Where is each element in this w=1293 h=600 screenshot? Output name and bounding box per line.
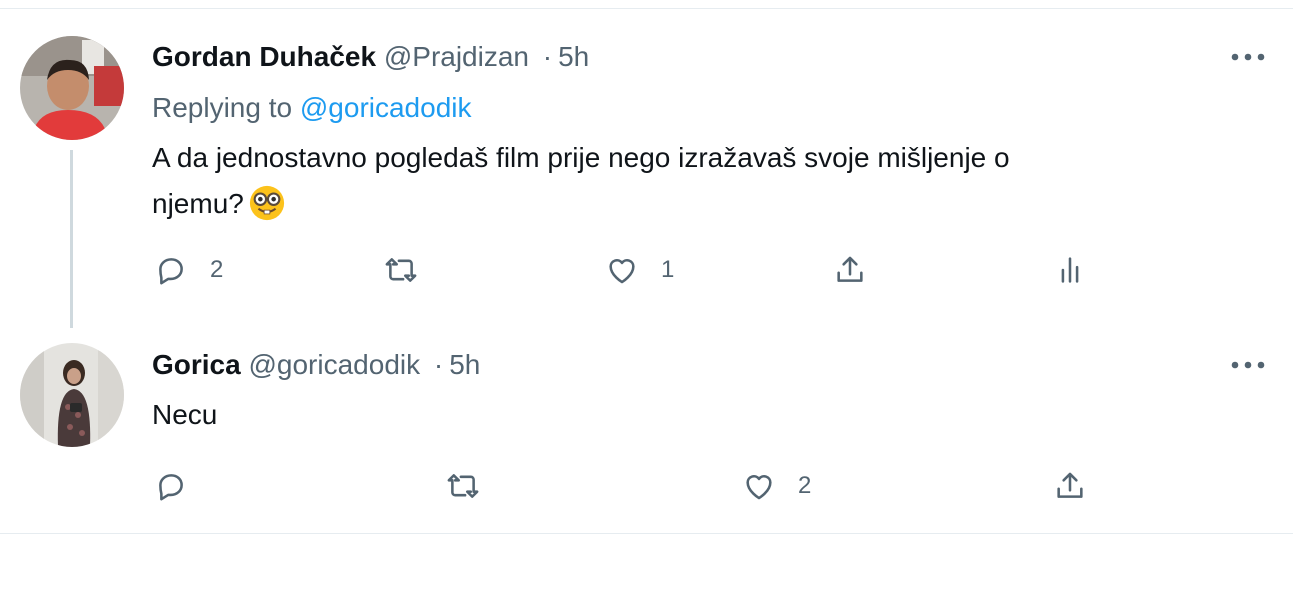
share-button[interactable]: [1053, 466, 1087, 506]
timestamp[interactable]: 5h: [558, 41, 589, 72]
retweet-icon: [385, 258, 417, 282]
replying-label: Replying to: [152, 92, 293, 123]
analytics-icon: [1061, 257, 1079, 283]
reply-icon: [159, 474, 183, 501]
display-name[interactable]: Gorica: [152, 349, 241, 380]
like-count: 2: [798, 472, 812, 499]
reply-button[interactable]: 2: [154, 250, 223, 290]
avatar-gordan[interactable]: [20, 36, 124, 140]
timestamp[interactable]: 5h: [449, 349, 480, 380]
retweet-button[interactable]: [384, 250, 440, 290]
user-handle[interactable]: @goricadodik: [248, 349, 420, 380]
replying-to: Replying to @goricadodik: [152, 91, 472, 125]
like-button[interactable]: 2: [742, 466, 811, 506]
bottom-divider: [0, 533, 1293, 534]
tweet-text-line: Necu: [152, 399, 218, 430]
display-name[interactable]: Gordan Duhaček: [152, 41, 376, 72]
tweet-text-word: njemu?: [152, 188, 244, 219]
analytics-button[interactable]: [1053, 250, 1087, 290]
share-icon: [837, 256, 863, 282]
share-button[interactable]: [833, 250, 867, 290]
nerd-face-emoji-icon: [249, 185, 284, 220]
like-count: 1: [661, 256, 675, 283]
more-icon: [1231, 53, 1265, 61]
separator-dot: ·: [433, 349, 444, 380]
more-options-button[interactable]: [1228, 47, 1268, 67]
tweet-text-line: A da jednostavno pogledaš film prije neg…: [152, 142, 1010, 173]
top-divider: [0, 8, 1293, 9]
more-options-button[interactable]: [1228, 355, 1268, 375]
reply-count: 2: [210, 256, 224, 283]
share-icon: [1057, 472, 1083, 498]
tweet-text: A da jednostavno pogledaš film prije neg…: [152, 135, 1010, 227]
tweet-text: Necu: [152, 392, 217, 438]
user-handle[interactable]: @Prajdizan: [384, 41, 529, 72]
tweet-header: Gorica @goricadodik · 5h: [152, 348, 480, 382]
reply-icon: [159, 258, 183, 285]
tweet-text-line: njemu?: [152, 181, 1010, 227]
more-icon: [1231, 361, 1265, 369]
like-button[interactable]: 1: [605, 250, 674, 290]
avatar-gorica[interactable]: [20, 343, 124, 447]
tweet-header: Gordan Duhaček @Prajdizan · 5h: [152, 40, 589, 74]
retweet-icon: [447, 474, 479, 498]
replying-mention-link[interactable]: @goricadodik: [300, 92, 472, 123]
retweet-button[interactable]: [446, 466, 502, 506]
like-icon: [609, 259, 635, 284]
like-icon: [746, 475, 772, 500]
separator-dot: ·: [542, 41, 553, 72]
thread-connector-line: [70, 150, 73, 328]
reply-button[interactable]: [154, 466, 210, 506]
